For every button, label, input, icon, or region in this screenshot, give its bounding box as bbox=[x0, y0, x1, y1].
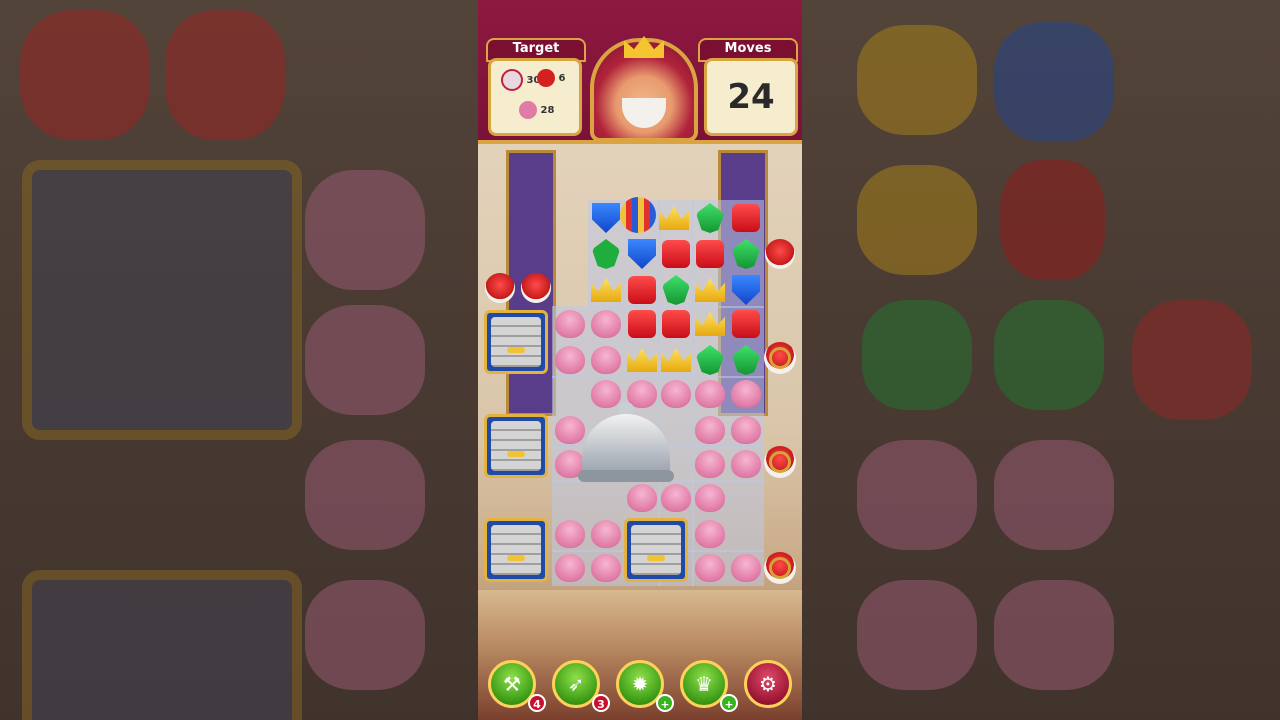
leaf-piece[interactable] bbox=[692, 200, 728, 236]
pink-shell-piece[interactable] bbox=[552, 342, 588, 378]
chained-bird-piece[interactable] bbox=[762, 340, 798, 376]
jester-hat-icon: ♛ bbox=[695, 672, 713, 696]
pink-shell-piece[interactable] bbox=[588, 306, 624, 342]
cloche-blocker[interactable] bbox=[578, 400, 674, 490]
drawer-blocker[interactable] bbox=[484, 414, 548, 478]
pink-shell-piece[interactable] bbox=[552, 550, 588, 586]
jester-booster-add[interactable]: + bbox=[720, 694, 738, 712]
pink-shell-piece[interactable] bbox=[728, 550, 764, 586]
leaf-piece[interactable] bbox=[692, 342, 728, 378]
settings-button[interactable]: ⚙ bbox=[744, 660, 792, 708]
game-screen: Target 30 6 28 Moves 24 ⚒ 4 ➶ 3 ✹ + ♛ + … bbox=[478, 0, 802, 720]
cannon-icon: ✹ bbox=[631, 672, 649, 696]
pink-shell-piece[interactable] bbox=[692, 376, 728, 412]
red-box-piece[interactable] bbox=[658, 236, 694, 272]
crown-piece[interactable] bbox=[588, 272, 624, 308]
hammer-booster-count: 4 bbox=[528, 694, 546, 712]
arrow-icon: ➶ bbox=[567, 672, 585, 696]
pink-shell-piece[interactable] bbox=[692, 550, 728, 586]
red-box-piece[interactable] bbox=[624, 306, 660, 342]
moves-counter: 24 bbox=[704, 58, 798, 136]
red-box-piece[interactable] bbox=[692, 236, 728, 272]
target-item-bird: 6 bbox=[537, 69, 565, 87]
striped-special-piece[interactable] bbox=[618, 195, 658, 235]
king-avatar bbox=[590, 36, 698, 142]
background-right bbox=[802, 0, 1280, 720]
pink-shell-piece[interactable] bbox=[552, 306, 588, 342]
target-item-shell: 28 bbox=[519, 101, 554, 119]
crown-piece[interactable] bbox=[692, 306, 728, 342]
leaf-piece[interactable] bbox=[728, 342, 764, 378]
pink-shell-piece[interactable] bbox=[728, 412, 764, 448]
crown-icon bbox=[624, 36, 664, 58]
egg-bird-piece[interactable] bbox=[762, 236, 798, 272]
board-cell bbox=[728, 480, 764, 516]
pink-shell-piece[interactable] bbox=[692, 516, 728, 552]
drawer-blocker[interactable] bbox=[624, 518, 688, 582]
pink-shell-piece[interactable] bbox=[588, 550, 624, 586]
leaf-piece[interactable] bbox=[728, 236, 764, 272]
arrow-booster-count: 3 bbox=[592, 694, 610, 712]
target-count-shells: 28 bbox=[540, 105, 555, 116]
gear-icon: ⚙ bbox=[759, 672, 777, 696]
pink-shell-icon bbox=[519, 101, 537, 119]
egg-bird-piece[interactable] bbox=[518, 270, 554, 306]
crown-piece[interactable] bbox=[624, 342, 660, 378]
red-bird-icon bbox=[537, 69, 555, 87]
egg-bird-piece[interactable] bbox=[482, 270, 518, 306]
pink-shell-piece[interactable] bbox=[588, 342, 624, 378]
booster-bar: ⚒ 4 ➶ 3 ✹ + ♛ + ⚙ bbox=[478, 650, 802, 720]
target-panel: 30 6 28 bbox=[488, 58, 582, 136]
background-left bbox=[0, 0, 478, 720]
leaf-piece[interactable] bbox=[658, 272, 694, 308]
target-count-birds: 6 bbox=[558, 73, 566, 84]
pink-shell-piece[interactable] bbox=[728, 446, 764, 482]
red-box-piece[interactable] bbox=[624, 272, 660, 308]
hud: Target 30 6 28 Moves 24 bbox=[478, 0, 802, 144]
drawer-blocker[interactable] bbox=[484, 310, 548, 374]
shield-piece[interactable] bbox=[624, 236, 660, 272]
crown-piece[interactable] bbox=[658, 342, 694, 378]
crown-piece[interactable] bbox=[692, 272, 728, 308]
pink-shell-piece[interactable] bbox=[728, 376, 764, 412]
pink-shell-piece[interactable] bbox=[552, 516, 588, 552]
bowling-pin-icon bbox=[501, 69, 523, 91]
crown-piece[interactable] bbox=[656, 200, 692, 236]
board-cell bbox=[728, 516, 764, 552]
shield-piece[interactable] bbox=[728, 272, 764, 308]
chained-bird-piece[interactable] bbox=[762, 550, 798, 586]
cannon-booster-add[interactable]: + bbox=[656, 694, 674, 712]
propeller-piece[interactable] bbox=[588, 236, 624, 272]
drawer-blocker[interactable] bbox=[484, 518, 548, 582]
target-item-pin: 30 bbox=[501, 69, 540, 91]
red-box-piece[interactable] bbox=[658, 306, 694, 342]
pink-shell-piece[interactable] bbox=[692, 412, 728, 448]
red-box-piece[interactable] bbox=[728, 306, 764, 342]
pink-shell-piece[interactable] bbox=[588, 516, 624, 552]
hammer-icon: ⚒ bbox=[503, 672, 521, 696]
pink-shell-piece[interactable] bbox=[692, 480, 728, 516]
red-box-piece[interactable] bbox=[728, 200, 764, 236]
chained-bird-piece[interactable] bbox=[762, 444, 798, 480]
pink-shell-piece[interactable] bbox=[692, 446, 728, 482]
